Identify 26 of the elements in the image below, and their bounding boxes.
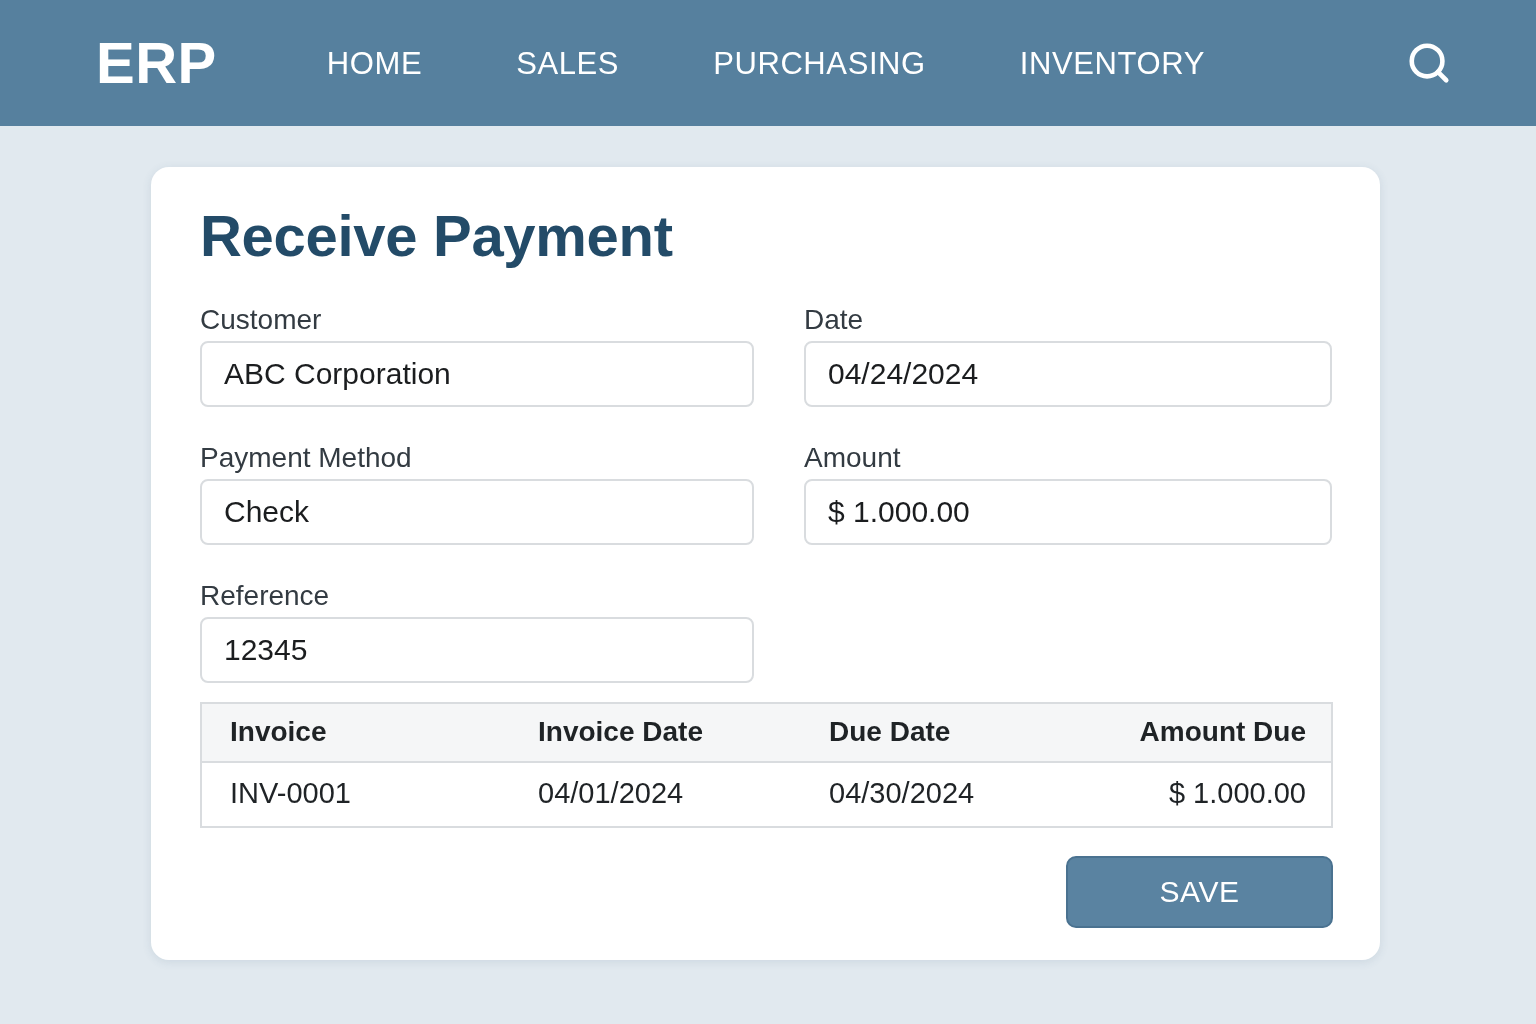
table-cell-text: 04/30/2024 (829, 776, 976, 812)
table-cell-text: 04/01/2024 (538, 776, 685, 812)
table-cell-text: $ 1.000.00 (1168, 776, 1306, 812)
input-field[interactable]: 12345 (200, 616, 754, 683)
field-label: Customer (200, 302, 322, 337)
nav-link[interactable]: SALES (516, 47, 620, 79)
logo: ERP (96, 34, 217, 92)
nav-link[interactable]: PURCHASING (713, 47, 926, 79)
column-header: Invoice (230, 715, 328, 750)
field-label: Payment Method (200, 440, 412, 475)
input-field[interactable]: $ 1.000.00 (804, 478, 1332, 545)
column-header: Invoice Date (538, 715, 704, 750)
nav-link[interactable]: HOME (326, 47, 423, 79)
search-icon[interactable] (1406, 40, 1452, 86)
page-title: Receive Payment (200, 202, 673, 270)
save-button[interactable]: SAVE (1066, 855, 1333, 928)
field-label: Date (804, 302, 864, 337)
table-cell-text: INV-0001 (230, 776, 352, 812)
field-label: Amount (804, 440, 901, 475)
field-label: Reference (200, 578, 330, 613)
input-field[interactable]: ABC Corporation (200, 340, 754, 407)
column-header: Amount Due (1139, 715, 1306, 750)
input-field[interactable]: 04/24/2024 (804, 340, 1332, 407)
column-header: Due Date (829, 715, 952, 750)
input-field[interactable]: Check (200, 478, 754, 545)
nav-link[interactable]: INVENTORY (1019, 47, 1205, 79)
